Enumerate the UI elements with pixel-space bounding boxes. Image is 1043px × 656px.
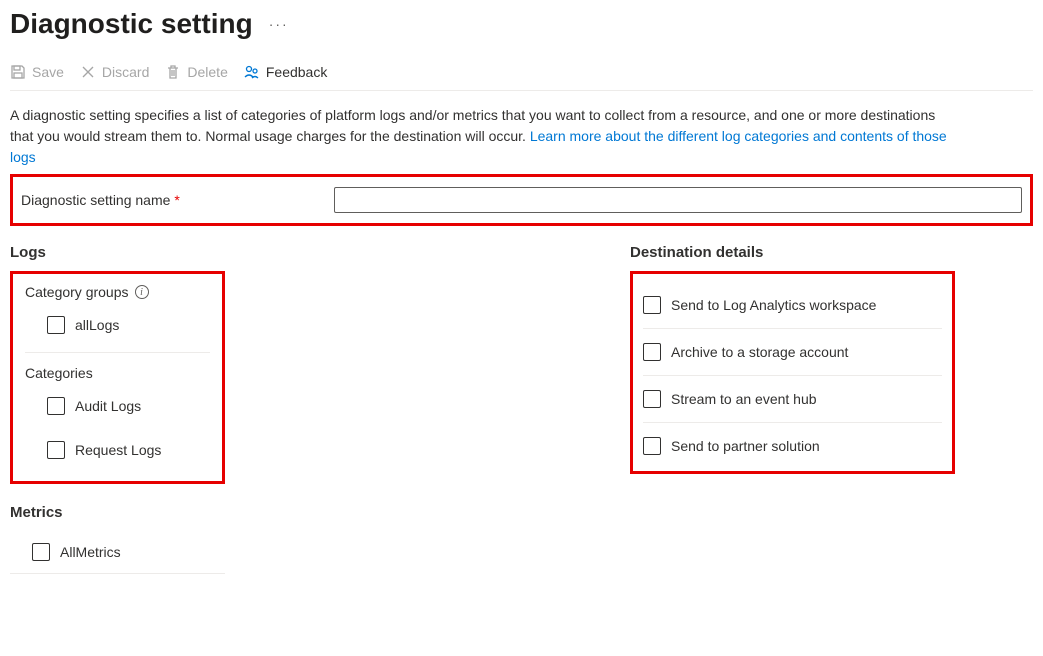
dest-partner-row: Send to partner solution — [643, 423, 942, 459]
categories-label: Categories — [25, 365, 93, 381]
alllogs-label: allLogs — [75, 317, 119, 333]
required-asterisk: * — [174, 192, 179, 208]
destination-section-title: Destination details — [630, 244, 1010, 261]
setting-name-row: Diagnostic setting name * — [10, 174, 1033, 226]
save-icon — [10, 64, 26, 80]
discard-label: Discard — [102, 64, 149, 80]
more-actions-icon[interactable]: ··· — [269, 16, 289, 32]
audit-logs-row: Audit Logs — [25, 389, 210, 423]
dest-eventhub-label: Stream to an event hub — [671, 391, 817, 407]
save-button[interactable]: Save — [10, 64, 64, 80]
category-groups-heading: Category groups i — [25, 284, 210, 300]
description-text: A diagnostic setting specifies a list of… — [10, 105, 950, 168]
delete-icon — [165, 64, 181, 80]
metrics-section-title: Metrics — [10, 504, 590, 521]
alllogs-checkbox[interactable] — [47, 316, 65, 334]
dest-eventhub-checkbox[interactable] — [643, 390, 661, 408]
logs-box: Category groups i allLogs Categories Aud… — [10, 271, 225, 484]
dest-storage-checkbox[interactable] — [643, 343, 661, 361]
save-label: Save — [32, 64, 64, 80]
logs-section-title: Logs — [10, 244, 590, 261]
page-title: Diagnostic setting — [10, 8, 253, 40]
dest-eventhub-row: Stream to an event hub — [643, 376, 942, 423]
audit-logs-checkbox[interactable] — [47, 397, 65, 415]
destination-box: Send to Log Analytics workspace Archive … — [630, 271, 955, 474]
setting-name-input[interactable] — [334, 187, 1022, 213]
feedback-icon — [244, 64, 260, 80]
allmetrics-row: AllMetrics — [10, 531, 225, 574]
setting-name-label-text: Diagnostic setting name — [21, 192, 170, 208]
delete-label: Delete — [187, 64, 227, 80]
dest-log-analytics-label: Send to Log Analytics workspace — [671, 297, 876, 313]
discard-icon — [80, 64, 96, 80]
request-logs-label: Request Logs — [75, 442, 161, 458]
toolbar: Save Discard Delete Feedback — [10, 64, 1033, 91]
allmetrics-checkbox[interactable] — [32, 543, 50, 561]
dest-partner-label: Send to partner solution — [671, 438, 820, 454]
discard-button[interactable]: Discard — [80, 64, 149, 80]
delete-button[interactable]: Delete — [165, 64, 227, 80]
dest-storage-label: Archive to a storage account — [671, 344, 848, 360]
request-logs-checkbox[interactable] — [47, 441, 65, 459]
dest-log-analytics-row: Send to Log Analytics workspace — [643, 282, 942, 329]
allmetrics-label: AllMetrics — [60, 544, 121, 560]
info-icon[interactable]: i — [135, 285, 149, 299]
dest-storage-row: Archive to a storage account — [643, 329, 942, 376]
audit-logs-label: Audit Logs — [75, 398, 141, 414]
categories-heading: Categories — [25, 365, 210, 381]
dest-partner-checkbox[interactable] — [643, 437, 661, 455]
alllogs-row: allLogs — [25, 308, 210, 342]
category-groups-label: Category groups — [25, 284, 129, 300]
setting-name-label: Diagnostic setting name * — [21, 192, 326, 208]
feedback-button[interactable]: Feedback — [244, 64, 327, 80]
feedback-label: Feedback — [266, 64, 327, 80]
request-logs-row: Request Logs — [25, 423, 210, 467]
dest-log-analytics-checkbox[interactable] — [643, 296, 661, 314]
